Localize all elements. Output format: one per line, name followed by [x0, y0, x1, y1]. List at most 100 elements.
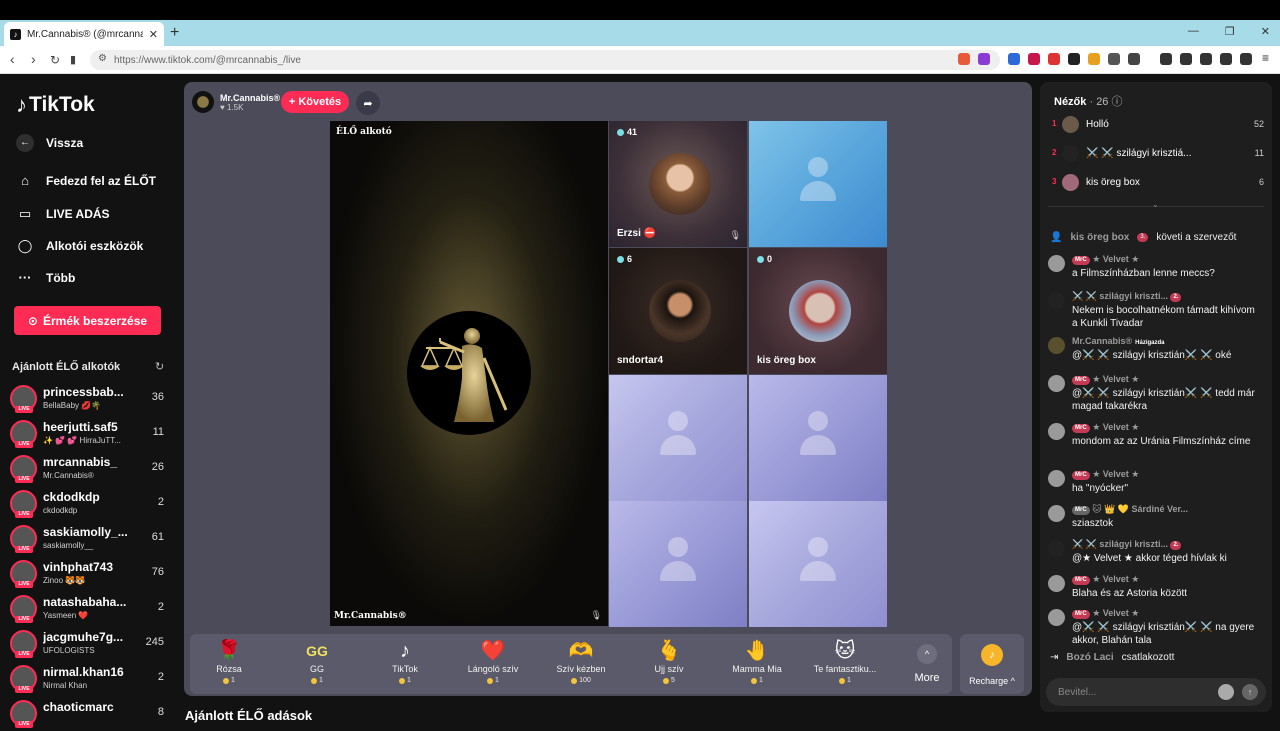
chat-input[interactable]: Bevitel... ↑: [1046, 678, 1266, 706]
info-icon[interactable]: ⓘ: [1112, 96, 1123, 108]
gift-item[interactable]: 🌹 Rózsa 1: [194, 638, 264, 694]
guest-tile[interactable]: 41 Erzsi ⛔ 🎙: [609, 121, 747, 247]
chat-avatar[interactable]: [1048, 423, 1065, 440]
creator-avatar[interactable]: LIVE: [10, 420, 37, 448]
host-chip[interactable]: Mr.Cannabis® ♥ 1.5K: [192, 89, 280, 115]
creator-avatar[interactable]: LIVE: [10, 490, 37, 518]
event-user[interactable]: Bozó Laci: [1066, 652, 1113, 663]
creator-avatar[interactable]: LIVE: [10, 560, 37, 588]
emoji-icon[interactable]: [1218, 684, 1234, 700]
vpn-icon[interactable]: [1240, 53, 1252, 65]
chat-username[interactable]: ★ Velvet ★: [1092, 422, 1139, 432]
share-button[interactable]: ➦: [356, 91, 380, 115]
gift-item[interactable]: 🫶 Szív kézben 100: [546, 638, 616, 694]
chat-avatar[interactable]: [1048, 505, 1065, 522]
nav-explore-live[interactable]: ⌂ Fedezd fel az ÉLŐT: [16, 173, 156, 188]
rewards-icon[interactable]: [978, 53, 990, 65]
recommended-creator-item[interactable]: LIVE natashabaha... Yasmeen ❤️ 2: [10, 592, 170, 626]
gift-item[interactable]: 🫰 Ujj szív 5: [634, 638, 704, 694]
maximize-button[interactable]: ❐: [1225, 25, 1235, 38]
chat-avatar[interactable]: [1048, 292, 1065, 309]
sidebar-icon[interactable]: [1180, 53, 1192, 65]
empty-seat-tile[interactable]: [749, 501, 887, 627]
empty-seat-tile[interactable]: [609, 375, 747, 501]
chat-username[interactable]: ★ Velvet ★: [1092, 254, 1139, 264]
chat-username[interactable]: ★ Velvet ★: [1092, 374, 1139, 384]
extension-icon[interactable]: [1048, 53, 1060, 65]
top-viewer-row[interactable]: 1 Holló 52: [1052, 114, 1264, 136]
recommended-creator-item[interactable]: LIVE jacgmuhe7g... UFOLOGISTS 245: [10, 627, 170, 661]
forward-nav-icon[interactable]: ›: [31, 51, 36, 67]
gift-item[interactable]: GG GG 1: [282, 638, 352, 694]
host-avatar[interactable]: [192, 91, 214, 113]
minimize-button[interactable]: —: [1188, 25, 1199, 38]
browser-tab[interactable]: ♪ Mr.Cannabis® (@mrcannabis_) | TikTok ✕: [4, 22, 164, 46]
back-button[interactable]: ← Vissza: [16, 134, 83, 152]
guest-tile[interactable]: 6 sndortar4: [609, 248, 747, 374]
top-viewer-row[interactable]: 2 ⚔️ ⚔️ szilágyi krisztiá... 11: [1052, 143, 1264, 165]
gift-item[interactable]: 🐱 Te fantasztiku... 1: [810, 638, 880, 694]
chat-avatar[interactable]: [1048, 609, 1065, 626]
creator-avatar[interactable]: LIVE: [10, 385, 37, 413]
guest-tile[interactable]: 0 kis öreg box: [749, 248, 887, 374]
gift-item[interactable]: ♪ TikTok 1: [370, 638, 440, 694]
creator-avatar[interactable]: LIVE: [10, 665, 37, 693]
puzzle-icon[interactable]: [1108, 53, 1120, 65]
reload-icon[interactable]: ↻: [50, 53, 60, 67]
recommended-creator-item[interactable]: LIVE heerjutti.saf5 ✨ 💕 💕 HirraJuTT... 11: [10, 417, 170, 451]
chat-avatar[interactable]: [1048, 375, 1065, 392]
recommended-creator-item[interactable]: LIVE nirmal.khan16 Nirmal Khan 2: [10, 662, 170, 696]
bookmark-icon[interactable]: ▮: [70, 53, 76, 66]
tiktok-logo[interactable]: ♪ TikTok: [16, 92, 95, 118]
chat-avatar[interactable]: [1048, 470, 1065, 487]
chat-username[interactable]: ⚔️ ⚔️ szilágyi kriszti...: [1072, 291, 1168, 301]
follow-button[interactable]: + Követés: [281, 91, 349, 113]
close-window-button[interactable]: ✕: [1261, 25, 1270, 38]
chat-avatar[interactable]: [1048, 575, 1065, 592]
extension-icon[interactable]: [1088, 53, 1100, 65]
host-video[interactable]: ÉLŐ alkotó Mr.Cannabis® 🎙: [330, 121, 608, 626]
send-icon[interactable]: ↑: [1242, 684, 1258, 700]
chat-username[interactable]: Mr.Cannabis®: [1072, 336, 1132, 346]
recommended-creator-item[interactable]: LIVE vinhphat743 Zinoo 🐯🐯 76: [10, 557, 170, 591]
address-bar[interactable]: ⚙ https://www.tiktok.com/@mrcannabis_/li…: [90, 50, 1000, 70]
tab-close-icon[interactable]: ✕: [149, 28, 158, 41]
gift-item[interactable]: ❤️ Lángoló szív 1: [458, 638, 528, 694]
event-user[interactable]: kis öreg box: [1070, 232, 1129, 243]
empty-seat-tile[interactable]: [609, 501, 747, 627]
back-nav-icon[interactable]: ‹: [10, 51, 15, 67]
creator-avatar[interactable]: LIVE: [10, 700, 37, 728]
menu-icon[interactable]: ≡: [1262, 51, 1274, 65]
chat-username[interactable]: 🐱 👑 💛 Sárdiné Ver...: [1092, 504, 1188, 514]
music-icon[interactable]: [1160, 53, 1172, 65]
wallet-icon[interactable]: [1200, 53, 1212, 65]
viewer-avatar[interactable]: [1062, 174, 1079, 191]
chat-avatar[interactable]: [1048, 540, 1065, 557]
viewers-header[interactable]: Nézők · 26 ⓘ: [1054, 93, 1123, 109]
recommended-creator-item[interactable]: LIVE mrcannabis_ Mr.Cannabis® 26: [10, 452, 170, 486]
extension-icon[interactable]: [1028, 53, 1040, 65]
chat-username[interactable]: ★ Velvet ★: [1092, 574, 1139, 584]
nav-creator-tools[interactable]: ◯ Alkotói eszközök: [16, 238, 144, 254]
recommended-creator-item[interactable]: LIVE saskiamolly_... saskiamolly__ 61: [10, 522, 170, 556]
nav-go-live[interactable]: ▭ LIVE ADÁS: [16, 206, 110, 222]
more-gifts-button[interactable]: ^ More: [902, 640, 952, 690]
extension-icon[interactable]: [1128, 53, 1140, 65]
chat-avatar[interactable]: [1048, 337, 1065, 354]
top-viewer-row[interactable]: 3 kis öreg box 6: [1052, 172, 1264, 194]
recommended-creator-item[interactable]: LIVE chaoticmarc 8: [10, 697, 170, 731]
chat-avatar[interactable]: [1048, 255, 1065, 272]
recommended-creator-item[interactable]: LIVE ckdodkdp ckdodkdp 2: [10, 487, 170, 521]
new-tab-button[interactable]: +: [170, 24, 179, 42]
viewer-avatar[interactable]: [1062, 145, 1079, 162]
recommended-creator-item[interactable]: LIVE princessbab... BellaBaby 💋🌴 36: [10, 382, 170, 416]
viewer-avatar[interactable]: [1062, 116, 1079, 133]
chat-username[interactable]: ★ Velvet ★: [1092, 469, 1139, 479]
empty-seat-tile[interactable]: [749, 375, 887, 501]
gift-item[interactable]: 🤚 Mamma Mia 1: [722, 638, 792, 694]
brave-shield-icon[interactable]: [958, 53, 970, 65]
creator-avatar[interactable]: LIVE: [10, 525, 37, 553]
recharge-button[interactable]: ♪ Recharge ^: [960, 634, 1024, 694]
empty-seat-tile[interactable]: [749, 121, 887, 247]
creator-avatar[interactable]: LIVE: [10, 630, 37, 658]
